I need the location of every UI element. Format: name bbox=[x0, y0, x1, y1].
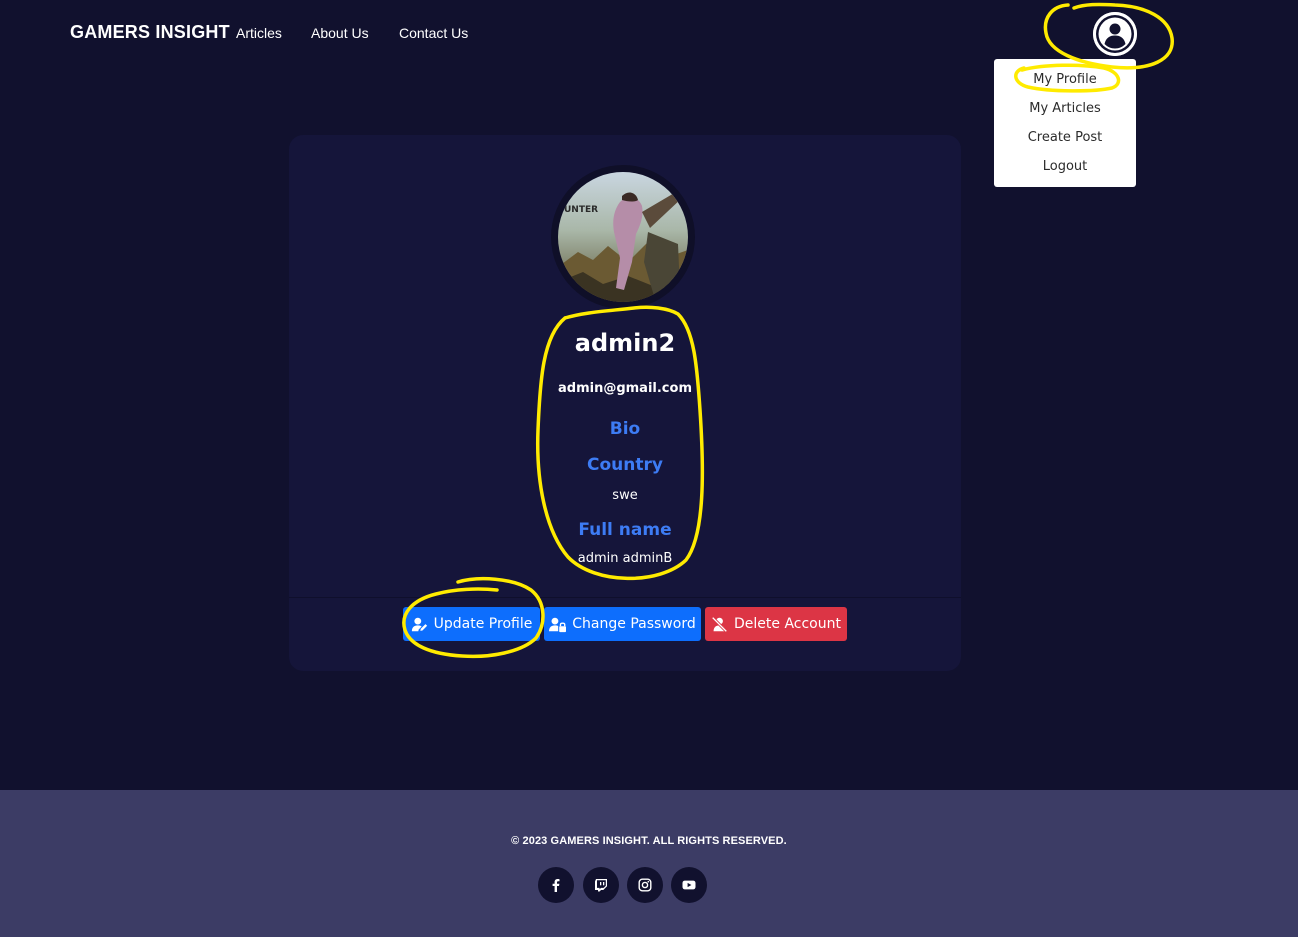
profile-card: UNTER admin2 admin@gmail.com Bio Country… bbox=[289, 135, 961, 671]
user-dropdown-menu: My Profile My Articles Create Post Logou… bbox=[994, 59, 1136, 187]
svg-text:UNTER: UNTER bbox=[564, 205, 598, 215]
user-circle-icon bbox=[1093, 12, 1137, 56]
youtube-link[interactable] bbox=[671, 867, 707, 903]
menu-item-logout[interactable]: Logout bbox=[994, 156, 1136, 185]
profile-username: admin2 bbox=[574, 329, 676, 357]
twitch-link[interactable] bbox=[583, 867, 619, 903]
profile-avatar-frame: UNTER bbox=[551, 165, 695, 309]
user-pen-icon bbox=[411, 617, 427, 631]
user-menu-toggle[interactable] bbox=[1093, 12, 1137, 56]
bio-label: Bio bbox=[609, 419, 641, 439]
nav-link-articles[interactable]: Articles bbox=[236, 25, 282, 41]
footer: © 2023 GAMERS INSIGHT. ALL RIGHTS RESERV… bbox=[0, 790, 1298, 937]
facebook-link[interactable] bbox=[538, 867, 574, 903]
menu-item-my-profile[interactable]: My Profile bbox=[994, 69, 1136, 98]
update-profile-button[interactable]: Update Profile bbox=[403, 607, 540, 641]
instagram-icon bbox=[638, 878, 652, 892]
country-label: Country bbox=[587, 455, 663, 475]
delete-account-button[interactable]: Delete Account bbox=[705, 607, 847, 641]
menu-item-my-articles[interactable]: My Articles bbox=[994, 98, 1136, 127]
profile-avatar: UNTER bbox=[558, 172, 688, 302]
twitch-icon bbox=[595, 879, 607, 892]
card-divider bbox=[289, 597, 961, 598]
nav-link-contact-us[interactable]: Contact Us bbox=[399, 25, 468, 41]
change-password-label: Change Password bbox=[572, 616, 696, 632]
youtube-icon bbox=[682, 880, 696, 890]
country-value: swe bbox=[612, 488, 638, 503]
full-name-value: admin adminB bbox=[577, 551, 673, 566]
footer-copyright: © 2023 GAMERS INSIGHT. ALL RIGHTS RESERV… bbox=[511, 835, 787, 847]
full-name-label: Full name bbox=[578, 520, 672, 540]
menu-item-create-post[interactable]: Create Post bbox=[994, 127, 1136, 156]
change-password-button[interactable]: Change Password bbox=[544, 607, 701, 641]
nav-link-about-us[interactable]: About Us bbox=[311, 25, 369, 41]
profile-email: admin@gmail.com bbox=[558, 381, 692, 396]
update-profile-label: Update Profile bbox=[433, 616, 533, 632]
facebook-icon bbox=[552, 879, 560, 892]
user-slash-icon bbox=[711, 616, 728, 632]
navbar: GAMERS INSIGHT Articles About Us Contact… bbox=[0, 0, 1298, 187]
delete-account-label: Delete Account bbox=[734, 616, 841, 632]
instagram-link[interactable] bbox=[627, 867, 663, 903]
brand-logo[interactable]: GAMERS INSIGHT bbox=[70, 22, 230, 43]
user-lock-icon bbox=[549, 617, 567, 632]
